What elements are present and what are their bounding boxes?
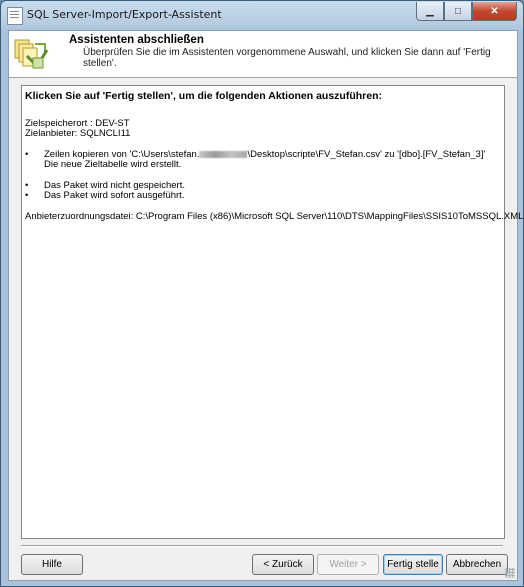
help-button[interactable]: Hilfe: [21, 554, 83, 575]
page-subtitle: Überprüfen Sie die im Assistenten vorgen…: [83, 47, 491, 69]
minimize-button[interactable]: ▁: [416, 2, 444, 21]
copy-rows-suffix: \Desktop\scripte\FV_Stefan.csv' zu '[dbo…: [247, 149, 486, 160]
wizard-page-icon: [14, 39, 49, 69]
caption-buttons: ▁ □ ✕: [416, 2, 517, 21]
executed-item: Das Paket wird sofort ausgeführt.: [25, 191, 501, 202]
wizard-client-area: Assistenten abschließen Überprüfen Sie d…: [8, 30, 524, 581]
wizard-window: SQL Server-Import/Export-Assistent ▁ □ ✕…: [0, 0, 524, 587]
button-divider: [21, 545, 503, 547]
summary-heading: Klicken Sie auf 'Fertig stellen', um die…: [25, 90, 382, 102]
finish-button[interactable]: Fertig stelle: [383, 554, 443, 575]
title-bar[interactable]: SQL Server-Import/Export-Assistent ▁ □ ✕: [1, 1, 523, 31]
close-button[interactable]: ✕: [472, 2, 517, 21]
mapping-file: Anbieterzuordnungsdatei: C:\Program File…: [25, 211, 524, 222]
copy-rows-prefix: Zeilen kopieren von 'C:\Users\stefan.: [44, 149, 200, 160]
next-button[interactable]: Weiter >: [317, 554, 379, 575]
copy-rows-item: Zeilen kopieren von 'C:\Users\stefan. \De…: [25, 149, 501, 161]
summary-textbox[interactable]: Klicken Sie auf 'Fertig stellen', um die…: [21, 85, 524, 539]
cancel-button[interactable]: Abbrechen: [446, 554, 508, 575]
app-icon: [7, 7, 23, 25]
new-table-note: Die neue Zieltabelle wird erstellt.: [44, 159, 182, 170]
window-title: SQL Server-Import/Export-Assistent: [27, 8, 222, 21]
redacted-username: [199, 150, 248, 158]
back-button[interactable]: < Zurück: [252, 554, 314, 575]
page-title: Assistenten abschließen: [69, 34, 204, 46]
resize-grip[interactable]: [505, 568, 515, 578]
wizard-header: Assistenten abschließen Überprüfen Sie d…: [9, 31, 517, 78]
maximize-button[interactable]: □: [444, 2, 472, 21]
target-provider: Zielanbieter: SQLNCLI11: [25, 128, 131, 139]
